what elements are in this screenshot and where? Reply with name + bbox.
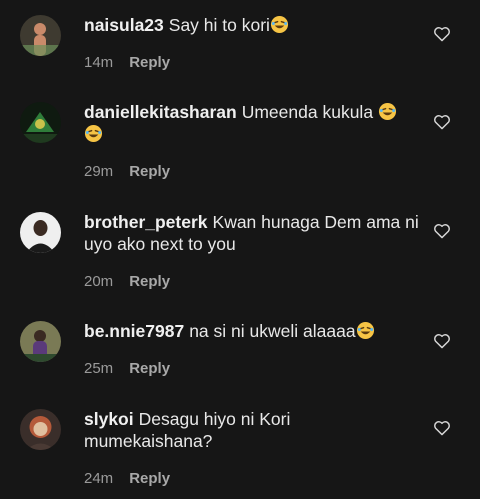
avatar[interactable] (20, 321, 61, 362)
reply-button[interactable]: Reply (129, 360, 170, 377)
comment-message: Umeenda kukula (241, 102, 378, 122)
reply-button[interactable]: Reply (129, 273, 170, 290)
comment-item: be.nnie7987 na si ni ukweli alaaaa 25m Rep… (0, 310, 480, 398)
laughing-emoji-icon (84, 124, 103, 143)
comment-time: 20m (84, 273, 114, 290)
avatar[interactable] (20, 15, 61, 56)
comment-message: na si ni ukweli alaaaa (189, 321, 356, 341)
comment-item: brother_peterk Kwan hunaga Dem ama ni uyo… (0, 200, 480, 310)
comment-meta: 25m Reply (84, 360, 170, 377)
comment-time: 14m (84, 54, 114, 71)
comment-text: daniellekitasharan Umeenda kukula (84, 101, 422, 145)
comment-text: naisula23 Say hi to kori (84, 14, 422, 36)
laughing-emoji-icon (270, 15, 289, 34)
heart-outline-icon[interactable] (433, 333, 451, 349)
comment-meta: 29m Reply (84, 163, 170, 180)
avatar[interactable] (20, 212, 61, 253)
comment-meta: 20m Reply (84, 273, 170, 290)
reply-button[interactable]: Reply (129, 163, 170, 180)
heart-outline-icon[interactable] (433, 420, 451, 436)
comment-username[interactable]: naisula23 (84, 15, 164, 35)
avatar[interactable] (20, 409, 61, 450)
avatar[interactable] (20, 102, 61, 143)
comment-message: Say hi to kori (168, 15, 270, 35)
comment-time: 24m (84, 470, 114, 487)
comment-meta: 24m Reply (84, 470, 170, 487)
comment-username[interactable]: daniellekitasharan (84, 102, 237, 122)
comment-username[interactable]: slykoi (84, 409, 134, 429)
heart-outline-icon[interactable] (433, 223, 451, 239)
comment-time: 29m (84, 163, 114, 180)
laughing-emoji-icon (356, 321, 375, 340)
comment-item: daniellekitasharan Umeenda kukula 29m Repl… (0, 90, 480, 200)
comment-meta: 14m Reply (84, 54, 170, 71)
comment-text: slykoi Desagu hiyo ni Kori mumekaishana? (84, 408, 422, 452)
reply-button[interactable]: Reply (129, 54, 170, 71)
comment-item: slykoi Desagu hiyo ni Kori mumekaishana? … (0, 398, 480, 499)
comment-username[interactable]: be.nnie7987 (84, 321, 184, 341)
comment-time: 25m (84, 360, 114, 377)
comment-username[interactable]: brother_peterk (84, 212, 208, 232)
comment-text: brother_peterk Kwan hunaga Dem ama ni uyo… (84, 211, 422, 255)
comment-text: be.nnie7987 na si ni ukweli alaaaa (84, 320, 422, 342)
reply-button[interactable]: Reply (129, 470, 170, 487)
laughing-emoji-icon (378, 102, 397, 121)
heart-outline-icon[interactable] (433, 114, 451, 130)
heart-outline-icon[interactable] (433, 26, 451, 42)
comment-item: naisula23 Say hi to kori 14m Reply (0, 0, 480, 90)
